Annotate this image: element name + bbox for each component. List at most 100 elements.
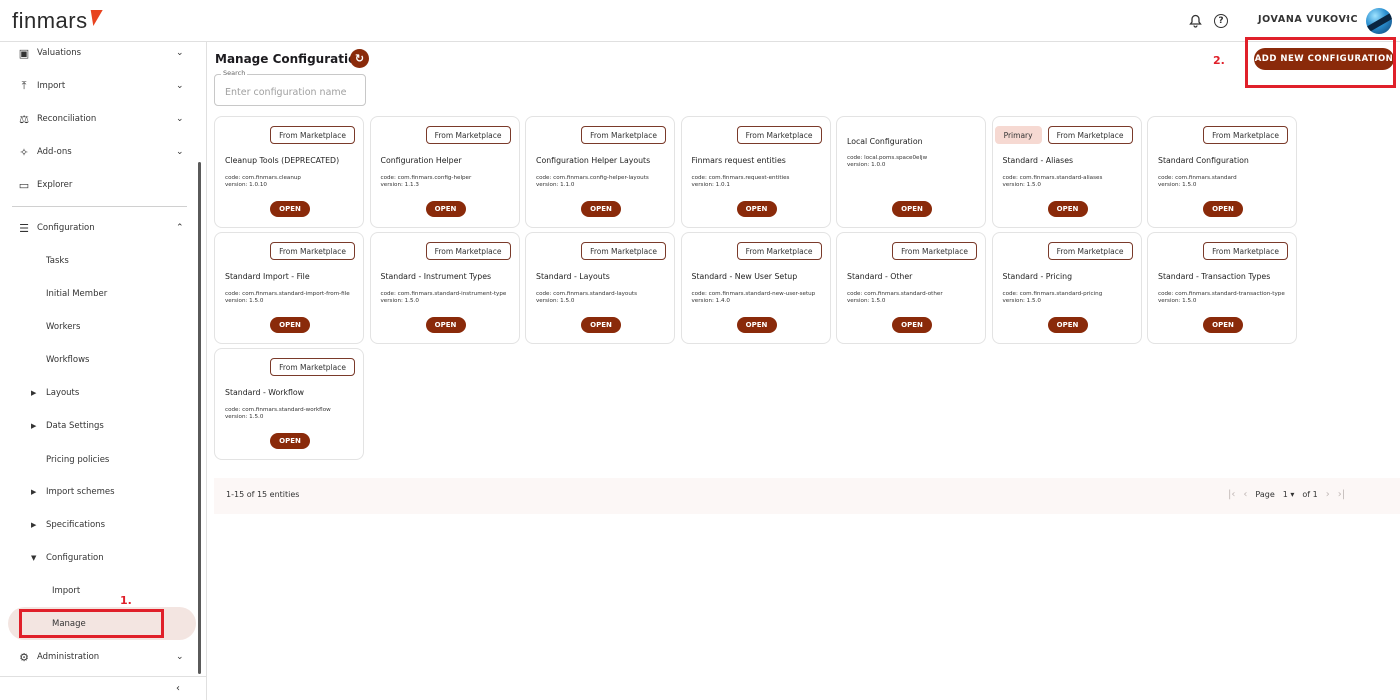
avatar[interactable] [1366, 8, 1392, 34]
search-field[interactable] [214, 74, 366, 106]
configuration-card: From Marketplace Standard Import - File co… [214, 232, 364, 344]
open-button[interactable]: OPEN [581, 201, 621, 217]
card-badges: From Marketplace [1047, 242, 1133, 260]
open-button[interactable]: OPEN [270, 317, 310, 333]
admin-gear-icon: ⚙ [19, 650, 29, 664]
sidebar-subitem-pricing-policies[interactable]: Pricing policies [0, 446, 196, 474]
card-meta: code: com.finmars.standard-pricing versio… [1003, 291, 1137, 305]
card-badges: From Marketplace [736, 242, 822, 260]
sidebar-item-reconciliation[interactable]: ⚖ Reconciliation ⌄ [0, 104, 196, 134]
refresh-button[interactable]: ↻ [350, 49, 369, 68]
card-code: code: com.finmars.config-helper [380, 175, 472, 181]
card-badges: From Marketplace [736, 126, 822, 144]
configuration-card: From Marketplace Standard - Other code: co… [836, 232, 986, 344]
card-meta: code: com.finmars.standard-aliases versio… [1003, 175, 1137, 189]
from-marketplace-badge: From Marketplace [1203, 242, 1288, 260]
sidebar-item-add-ons[interactable]: ✧ Add-ons ⌄ [0, 137, 196, 167]
sidebar-subitem-label: Workers [46, 322, 81, 332]
sidebar-item-valuations[interactable]: ▣ Valuations ⌄ [0, 38, 196, 68]
folder-icon: ▭ [18, 178, 30, 192]
card-meta: code: com.finmars.config-helper version: … [381, 175, 515, 189]
import-icon: ⤒ [21, 79, 27, 92]
page-select[interactable]: 1 ▾ [1283, 490, 1295, 499]
caret-right-icon: ▶ [31, 389, 37, 397]
card-badges: From Marketplace [270, 242, 355, 260]
sidebar-subitem-initial-member[interactable]: Initial Member [0, 280, 196, 308]
sidebar-item-administration[interactable]: ⚙ Administration ⌄ [0, 642, 196, 672]
card-meta: code: com.finmars.request-entities versio… [692, 175, 826, 189]
caret-down-icon: ▼ [31, 554, 37, 562]
sidebar-subitem-data-settings[interactable]: ▶ Data Settings [0, 412, 196, 440]
from-marketplace-badge: From Marketplace [1047, 242, 1133, 260]
open-button[interactable]: OPEN [425, 317, 466, 333]
user-menu-chevron-icon[interactable]: ⌄ [1344, 12, 1352, 22]
open-button[interactable]: OPEN [1203, 201, 1243, 217]
open-button[interactable]: OPEN [892, 317, 932, 333]
configuration-card: From Marketplace Standard - Pricing code: … [991, 232, 1142, 344]
open-button[interactable]: OPEN [1047, 201, 1088, 217]
chevron-down-icon: ⌄ [176, 147, 184, 157]
open-button[interactable]: OPEN [736, 317, 777, 333]
card-title: Standard - Transaction Types [1158, 272, 1271, 281]
from-marketplace-badge: From Marketplace [270, 126, 355, 144]
card-title: Standard - Instrument Types [380, 272, 492, 281]
annotation-label-1: 1. [120, 594, 132, 607]
open-button[interactable]: OPEN [270, 433, 310, 449]
card-code: code: com.finmars.standard-pricing [1002, 291, 1103, 297]
card-title: Local Configuration [847, 137, 923, 146]
sidebar-subitem-layouts[interactable]: ▶ Layouts [0, 379, 196, 407]
collapse-sidebar-icon[interactable]: ‹ [176, 683, 180, 694]
card-version: version: 1.5.0 [1002, 182, 1041, 188]
card-meta: code: com.finmars.standard-workflow versi… [225, 407, 359, 421]
sidebar-subitem-configuration[interactable]: ▼ Configuration [0, 544, 196, 572]
open-button[interactable]: OPEN [270, 201, 310, 217]
from-marketplace-badge: From Marketplace [270, 358, 355, 376]
next-page-icon[interactable]: › [1326, 489, 1330, 500]
card-code: code: com.finmars.standard-transaction-t… [1158, 291, 1285, 297]
open-button[interactable]: OPEN [736, 201, 777, 217]
caret-right-icon: ▶ [31, 521, 37, 529]
sidebar-scrollbar[interactable] [198, 162, 201, 674]
sidebar-subitem-label: Tasks [46, 256, 69, 266]
card-version: version: 1.5.0 [1158, 182, 1197, 188]
card-meta: code: local.poms.space0eljw version: 1.0.… [847, 155, 981, 169]
card-version: version: 1.1.3 [380, 182, 419, 188]
search-input[interactable] [215, 75, 365, 105]
card-badges: From Marketplace [581, 126, 666, 144]
open-button[interactable]: OPEN [425, 201, 466, 217]
card-code: code: com.finmars.cleanup [225, 175, 301, 181]
sidebar-subitem-workflows[interactable]: Workflows [0, 346, 196, 374]
sliders-icon: ☰ [19, 221, 29, 235]
sidebar-subitem-config-import[interactable]: Import [0, 577, 196, 605]
sidebar-subitem-tasks[interactable]: Tasks [0, 247, 196, 275]
sidebar-item-configuration[interactable]: ☰ Configuration ⌃ [0, 213, 196, 243]
bell-icon[interactable] [1186, 12, 1204, 30]
card-meta: code: com.finmars.standard-layouts versio… [536, 291, 670, 305]
sidebar-subitem-label: Workflows [46, 355, 90, 365]
help-circle-icon[interactable]: ? [1214, 14, 1228, 28]
from-marketplace-badge: From Marketplace [425, 126, 511, 144]
logo-mark-icon [86, 10, 103, 26]
card-version: version: 1.5.0 [225, 414, 264, 420]
card-title: Finmars request entities [691, 156, 786, 165]
finmars-logo[interactable]: finmars [12, 8, 103, 34]
card-code: code: com.finmars.standard-aliases [1002, 175, 1103, 181]
last-page-icon[interactable]: ›| [1338, 489, 1345, 500]
card-title: Standard - Layouts [536, 272, 610, 281]
top-bar: finmars ? JOVANA VUKOVIC ⌄ [0, 0, 1400, 42]
sidebar-subitem-specifications[interactable]: ▶ Specifications [0, 511, 196, 539]
annotation-label-2: 2. [1213, 54, 1225, 67]
sidebar-item-explorer[interactable]: ▭ Explorer [0, 170, 196, 200]
open-button[interactable]: OPEN [1047, 317, 1088, 333]
open-button[interactable]: OPEN [581, 317, 621, 333]
sidebar-item-import[interactable]: ⤒ Import ⌄ [0, 71, 196, 101]
card-badges: From Marketplace [1203, 242, 1288, 260]
sidebar-subitem-workers[interactable]: Workers [0, 313, 196, 341]
configuration-card: From Marketplace Finmars request entities… [680, 116, 831, 228]
first-page-icon[interactable]: |‹ [1228, 489, 1235, 500]
sidebar-subitem-import-schemes[interactable]: ▶ Import schemes [0, 478, 196, 506]
open-button[interactable]: OPEN [892, 201, 932, 217]
open-button[interactable]: OPEN [1203, 317, 1243, 333]
prev-page-icon[interactable]: ‹ [1243, 489, 1247, 500]
from-marketplace-badge: From Marketplace [581, 242, 666, 260]
